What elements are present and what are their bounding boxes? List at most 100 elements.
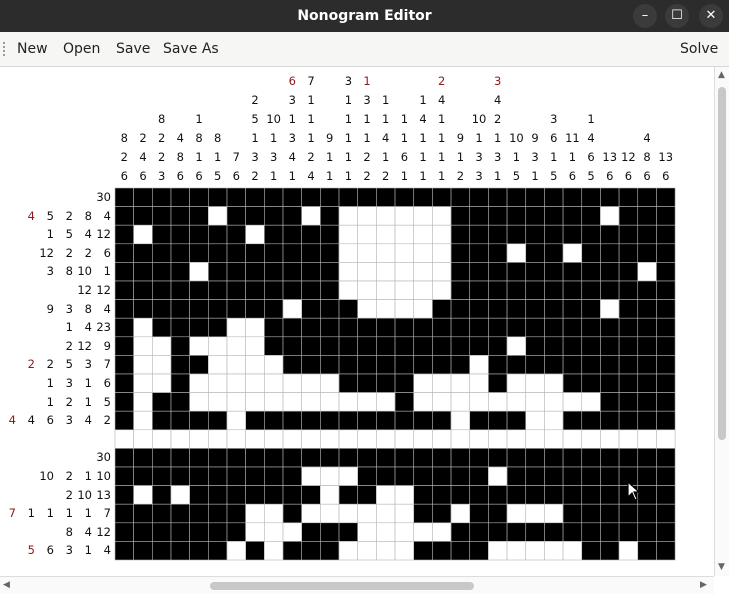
grid-cell[interactable]: [450, 262, 471, 282]
grid-cell[interactable]: [506, 280, 527, 300]
grid-cell[interactable]: [637, 429, 657, 449]
grid-cell[interactable]: [450, 448, 471, 468]
grid-cell[interactable]: [376, 280, 396, 300]
grid-cell[interactable]: [170, 280, 190, 300]
grid-cell[interactable]: [357, 410, 377, 431]
grid-cell[interactable]: [189, 280, 209, 300]
grid-cell[interactable]: [357, 280, 377, 300]
grid-cell[interactable]: [189, 336, 209, 356]
grid-cell[interactable]: [226, 206, 246, 226]
grid-cell[interactable]: [282, 541, 302, 561]
grid-cell[interactable]: [208, 243, 228, 263]
grid-cell[interactable]: [208, 466, 228, 486]
grid-cell[interactable]: [189, 429, 209, 449]
grid-cell[interactable]: [133, 206, 153, 226]
grid-cell[interactable]: [282, 187, 302, 207]
grid-cell[interactable]: [264, 262, 284, 282]
grid-cell[interactable]: [245, 485, 265, 505]
grid-cell[interactable]: [208, 410, 228, 431]
grid-cell[interactable]: [488, 485, 508, 505]
grid-cell[interactable]: [320, 262, 340, 282]
grid-cell[interactable]: [357, 541, 377, 561]
grid-cell[interactable]: [600, 206, 620, 226]
grid-cell[interactable]: [581, 243, 601, 263]
grid-cell[interactable]: [488, 373, 508, 393]
grid-cell[interactable]: [133, 262, 153, 282]
grid-cell[interactable]: [600, 224, 620, 245]
grid-cell[interactable]: [301, 280, 321, 300]
grid-cell[interactable]: [525, 541, 545, 561]
grid-cell[interactable]: [282, 522, 302, 542]
grid-cell[interactable]: [338, 485, 359, 505]
grid-cell[interactable]: [189, 392, 209, 412]
grid-cell[interactable]: [618, 317, 639, 338]
grid-cell[interactable]: [338, 317, 359, 338]
grid-cell[interactable]: [338, 410, 359, 431]
save-button[interactable]: Save: [116, 32, 150, 66]
grid-cell[interactable]: [432, 336, 452, 356]
grid-cell[interactable]: [152, 243, 172, 263]
grid-cell[interactable]: [432, 466, 452, 486]
solve-button[interactable]: Solve: [680, 32, 718, 66]
grid-cell[interactable]: [320, 466, 340, 486]
grid-cell[interactable]: [544, 448, 564, 468]
grid-cell[interactable]: [282, 224, 302, 245]
grid-cell[interactable]: [525, 336, 545, 356]
save-as-button[interactable]: Save As: [163, 32, 219, 66]
grid-cell[interactable]: [245, 392, 265, 412]
grid-cell[interactable]: [208, 206, 228, 226]
grid-cell[interactable]: [600, 299, 620, 319]
grid-cell[interactable]: [376, 187, 396, 207]
grid-cell[interactable]: [264, 429, 284, 449]
grid-cell[interactable]: [338, 429, 359, 449]
grid-cell[interactable]: [394, 373, 415, 393]
grid-cell[interactable]: [282, 392, 302, 412]
grid-cell[interactable]: [600, 355, 620, 375]
grid-cell[interactable]: [581, 280, 601, 300]
grid-cell[interactable]: [506, 392, 527, 412]
grid-cell[interactable]: [394, 336, 415, 356]
grid-cell[interactable]: [301, 392, 321, 412]
grid-cell[interactable]: [469, 448, 489, 468]
grid-cell[interactable]: [170, 336, 190, 356]
grid-cell[interactable]: [376, 392, 396, 412]
grid-cell[interactable]: [152, 262, 172, 282]
grid-cell[interactable]: [544, 262, 564, 282]
grid-cell[interactable]: [133, 541, 153, 561]
grid-cell[interactable]: [637, 206, 657, 226]
grid-cell[interactable]: [245, 280, 265, 300]
grid-cell[interactable]: [525, 485, 545, 505]
grid-cell[interactable]: [450, 503, 471, 524]
grid-cell[interactable]: [469, 503, 489, 524]
grid-cell[interactable]: [656, 187, 676, 207]
grid-cell[interactable]: [600, 336, 620, 356]
maximize-button[interactable]: ☐: [665, 4, 689, 28]
grid-cell[interactable]: [394, 466, 415, 486]
grid-cell[interactable]: [413, 224, 433, 245]
grid-cell[interactable]: [600, 317, 620, 338]
grid-cell[interactable]: [469, 206, 489, 226]
grid-cell[interactable]: [376, 522, 396, 542]
grid-cell[interactable]: [226, 355, 246, 375]
grid-cell[interactable]: [133, 224, 153, 245]
grid-cell[interactable]: [338, 355, 359, 375]
grid-cell[interactable]: [114, 373, 134, 393]
grid-cell[interactable]: [245, 336, 265, 356]
grid-cell[interactable]: [114, 429, 134, 449]
grid-cell[interactable]: [170, 485, 190, 505]
grid-cell[interactable]: [562, 355, 583, 375]
grid-cell[interactable]: [189, 224, 209, 245]
grid-cell[interactable]: [282, 429, 302, 449]
grid-cell[interactable]: [618, 280, 639, 300]
grid-cell[interactable]: [226, 541, 246, 561]
grid-cell[interactable]: [394, 224, 415, 245]
grid-cell[interactable]: [656, 448, 676, 468]
grid-cell[interactable]: [469, 485, 489, 505]
grid-cell[interactable]: [320, 336, 340, 356]
grid-cell[interactable]: [301, 503, 321, 524]
grid-cell[interactable]: [413, 206, 433, 226]
grid-cell[interactable]: [600, 429, 620, 449]
grid-cell[interactable]: [376, 262, 396, 282]
grid-cell[interactable]: [189, 187, 209, 207]
grid-cell[interactable]: [376, 485, 396, 505]
